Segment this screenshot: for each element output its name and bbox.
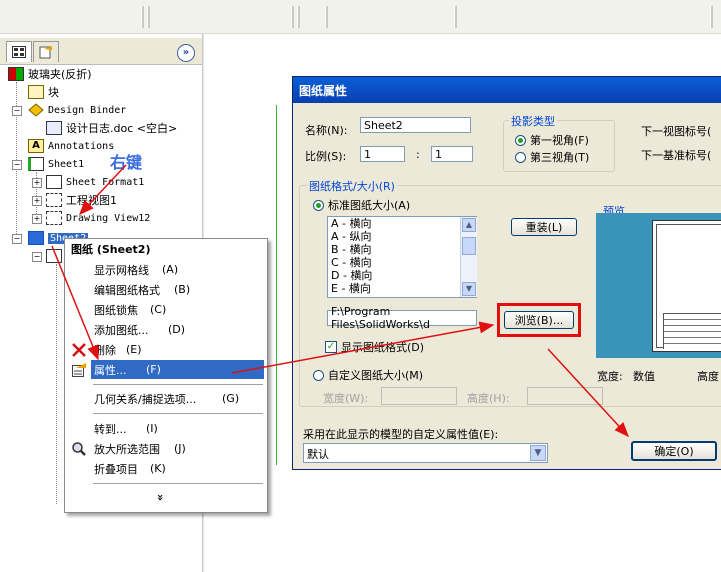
arrow-to-ok [547, 348, 630, 438]
arrow-to-properties [51, 245, 99, 361]
arrow-to-browse [231, 321, 495, 374]
annotation-arrows [51, 164, 630, 438]
arrow-to-sheet2 [78, 164, 127, 216]
